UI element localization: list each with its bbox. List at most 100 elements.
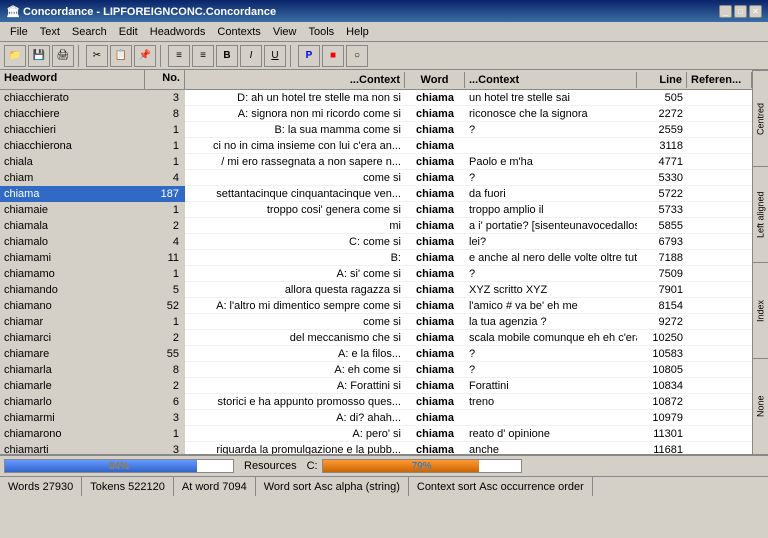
headword-list-item[interactable]: chiamarci2	[0, 330, 185, 346]
headword-list-item[interactable]: chiamami11	[0, 250, 185, 266]
concordance-row[interactable]: C: come si chiama lei? 6793	[185, 234, 752, 250]
headword-count: 11	[145, 252, 185, 264]
menu-tools[interactable]: Tools	[302, 24, 340, 40]
concordance-row[interactable]: come si chiama la tua agenzia ? 9272	[185, 314, 752, 330]
headword-list-item[interactable]: chiama187	[0, 186, 185, 202]
concordance-row[interactable]: A: si' come si chiama ? 7509	[185, 266, 752, 282]
maximize-button[interactable]: □	[734, 5, 747, 18]
concordance-row[interactable]: B: chiama e anche al nero delle volte ol…	[185, 250, 752, 266]
conc-keyword: chiama	[405, 428, 465, 440]
headword-list[interactable]: chiacchierato3chiacchiere8chiacchieri1ch…	[0, 90, 185, 454]
headword-list-item[interactable]: chiam4	[0, 170, 185, 186]
toolbar-align-center-btn[interactable]: ≡	[192, 45, 214, 67]
side-label-left-aligned[interactable]: Left aligned	[753, 166, 768, 262]
side-label-none[interactable]: None	[753, 358, 768, 454]
toolbar-bold-btn[interactable]: B	[216, 45, 238, 67]
headword-list-item[interactable]: chiamarla8	[0, 362, 185, 378]
menu-contexts[interactable]: Contexts	[211, 24, 266, 40]
conc-left-context: troppo cosi' genera come si	[185, 204, 405, 216]
concordance-row[interactable]: mi chiama a i' portatie? [sisenteunavoce…	[185, 218, 752, 234]
toolbar-color-p-btn[interactable]: P	[298, 45, 320, 67]
concordance-row[interactable]: A: Forattini si chiama Forattini 10834	[185, 378, 752, 394]
menu-view[interactable]: View	[267, 24, 303, 40]
menu-headwords[interactable]: Headwords	[144, 24, 212, 40]
menu-text[interactable]: Text	[34, 24, 66, 40]
conc-left-context: / mi ero rassegnata a non sapere n...	[185, 156, 405, 168]
concordance-row[interactable]: A: signora non mi ricordo come si chiama…	[185, 106, 752, 122]
concordance-row[interactable]: D: ah un hotel tre stelle ma non si chia…	[185, 90, 752, 106]
headword-word: chiama	[0, 188, 145, 200]
conc-line-num: 3118	[637, 140, 687, 152]
headword-word: chiacchierona	[0, 140, 145, 152]
info-status-bar: Words 27930 Tokens 522120 At word 7094 W…	[0, 476, 768, 496]
concordance-row[interactable]: / mi ero rassegnata a non sapere n... ch…	[185, 154, 752, 170]
headword-list-item[interactable]: chiacchiere8	[0, 106, 185, 122]
conc-keyword: chiama	[405, 332, 465, 344]
concordance-row[interactable]: A: di? ahah... chiama 10979	[185, 410, 752, 426]
toolbar-underline-btn[interactable]: U	[264, 45, 286, 67]
concordance-row[interactable]: B: la sua mamma come si chiama ? 2559	[185, 122, 752, 138]
toolbar-print-btn[interactable]: 🖨	[52, 45, 74, 67]
toolbar-cut-btn[interactable]: ✂	[86, 45, 108, 67]
headword-list-item[interactable]: chiamarlo6	[0, 394, 185, 410]
close-button[interactable]: ✕	[749, 5, 762, 18]
concordance-row[interactable]: come si chiama ? 5330	[185, 170, 752, 186]
headword-list-item[interactable]: chiamarti3	[0, 442, 185, 454]
headword-list-item[interactable]: chiacchierona1	[0, 138, 185, 154]
headword-list-item[interactable]: chiamarle2	[0, 378, 185, 394]
conc-right-context: troppo amplio il	[465, 204, 637, 216]
conc-right-context: la tua agenzia ?	[465, 316, 637, 328]
headword-list-item[interactable]: chiacchieri1	[0, 122, 185, 138]
concordance-row[interactable]: ci no in cima insieme con lui c'era an..…	[185, 138, 752, 154]
side-label-centred[interactable]: Centred	[753, 70, 768, 166]
menu-file[interactable]: File	[4, 24, 34, 40]
toolbar-italic-btn[interactable]: I	[240, 45, 262, 67]
conc-left-context: A: di? ahah...	[185, 412, 405, 424]
concordance-row[interactable]: allora questa ragazza si chiama XYZ scri…	[185, 282, 752, 298]
concordance-row[interactable]: storici e ha appunto promosso ques... ch…	[185, 394, 752, 410]
toolbar-align-left-btn[interactable]: ≡	[168, 45, 190, 67]
headword-list-item[interactable]: chiamalo4	[0, 234, 185, 250]
headword-list-item[interactable]: chiamamo1	[0, 266, 185, 282]
headword-list-item[interactable]: chiamaie1	[0, 202, 185, 218]
headword-count: 1	[145, 156, 185, 168]
toolbar-clear-btn[interactable]: ○	[346, 45, 368, 67]
concordance-row[interactable]: A: l'altro mi dimentico sempre come si c…	[185, 298, 752, 314]
concordance-row[interactable]: riguarda la promulgazione e la pubb... c…	[185, 442, 752, 454]
menu-help[interactable]: Help	[340, 24, 375, 40]
conc-left-context: A: Forattini si	[185, 380, 405, 392]
headword-list-item[interactable]: chiala1	[0, 154, 185, 170]
headword-list-item[interactable]: chiamar1	[0, 314, 185, 330]
concordance-body[interactable]: D: ah un hotel tre stelle ma non si chia…	[185, 90, 752, 454]
headword-list-item[interactable]: chiamano52	[0, 298, 185, 314]
concordance-row[interactable]: settantacinque cinquantacinque ven... ch…	[185, 186, 752, 202]
headword-list-item[interactable]: chiacchierato3	[0, 90, 185, 106]
toolbar-paste-btn[interactable]: 📌	[134, 45, 156, 67]
conc-right-context: scala mobile comunque eh eh c'era	[465, 332, 637, 344]
concordance-row[interactable]: A: e la filos... chiama ? 10583	[185, 346, 752, 362]
conc-right-context: Forattini	[465, 380, 637, 392]
menu-edit[interactable]: Edit	[113, 24, 144, 40]
headword-list-item[interactable]: chiamarono1	[0, 426, 185, 442]
conc-right-context: ?	[465, 364, 637, 376]
menu-search[interactable]: Search	[66, 24, 113, 40]
conc-left-context: settantacinque cinquantacinque ven...	[185, 188, 405, 200]
conc-line-header: Line	[637, 72, 687, 88]
toolbar-save-btn[interactable]: 💾	[28, 45, 50, 67]
concordance-row[interactable]: A: eh come si chiama ? 10805	[185, 362, 752, 378]
side-label-index[interactable]: Index	[753, 262, 768, 358]
headword-count: 3	[145, 412, 185, 424]
concordance-row[interactable]: del meccanismo che si chiama scala mobil…	[185, 330, 752, 346]
toolbar-color-red-btn[interactable]: ■	[322, 45, 344, 67]
conc-left-context: A: si' come si	[185, 268, 405, 280]
toolbar-copy-btn[interactable]: 📋	[110, 45, 132, 67]
toolbar-open-btn[interactable]: 📁	[4, 45, 26, 67]
headword-list-item[interactable]: chiamare55	[0, 346, 185, 362]
menu-bar: File Text Search Edit Headwords Contexts…	[0, 22, 768, 42]
minimize-button[interactable]: _	[719, 5, 732, 18]
concordance-row[interactable]: A: pero' si chiama reato d' opinione 113…	[185, 426, 752, 442]
concordance-row[interactable]: troppo cosi' genera come si chiama tropp…	[185, 202, 752, 218]
headword-list-item[interactable]: chiamarmi3	[0, 410, 185, 426]
headword-list-item[interactable]: chiamala2	[0, 218, 185, 234]
headword-list-item[interactable]: chiamando5	[0, 282, 185, 298]
